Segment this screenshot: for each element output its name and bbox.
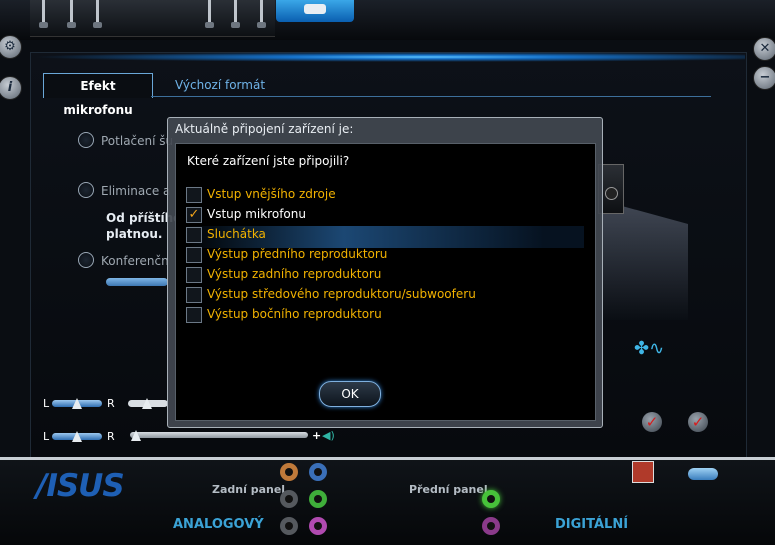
note-line2: platnou.	[106, 227, 163, 241]
jack-plug-icon	[67, 0, 76, 28]
slider-thumb[interactable]	[131, 430, 141, 441]
glow-line	[30, 52, 745, 62]
volume-slider[interactable]	[130, 432, 308, 438]
jack-plug-icon	[257, 0, 266, 28]
rear-jack-blue[interactable]	[309, 463, 327, 481]
option-label: Výstup středového reproduktoru/subwoofer…	[207, 287, 476, 301]
gear-icon[interactable]: ⚙	[0, 35, 22, 59]
checkbox[interactable]	[186, 247, 202, 263]
slider-thumb[interactable]	[142, 398, 152, 409]
conference-label: Konferenčn	[101, 254, 169, 268]
checkbox-checked[interactable]: ✓	[186, 207, 202, 223]
slider-thumb[interactable]	[72, 431, 82, 442]
option-label: Výstup bočního reproduktoru	[207, 307, 382, 321]
tab-divider	[151, 96, 711, 97]
device-strip	[30, 0, 275, 37]
option-label: Sluchátka	[207, 227, 266, 241]
digital-label: DIGITÁLNÍ	[555, 517, 629, 532]
echo-cancellation-label: Eliminace a	[101, 184, 171, 198]
right-channel-label: R	[107, 430, 115, 443]
rear-jack-pink[interactable]	[309, 517, 327, 535]
conference-radio[interactable]	[78, 252, 94, 268]
dialog-body: Které zařízení jste připojili? Vstup vně…	[175, 143, 596, 421]
dialog-question: Které zařízení jste připojili?	[187, 154, 350, 168]
slider-thumb[interactable]	[72, 398, 82, 409]
apply-all-icon[interactable]: ✓	[688, 412, 708, 432]
echo-cancellation-radio[interactable]	[78, 182, 94, 198]
ok-button[interactable]: OK	[319, 381, 381, 407]
apply-check-icon[interactable]: ✓	[642, 412, 662, 432]
minimize-icon[interactable]: −	[753, 66, 775, 90]
jack-plug-icon	[39, 0, 48, 28]
option-label: Vstup vnějšího zdroje	[207, 187, 336, 201]
option-label: Výstup předního reproduktoru	[207, 247, 388, 261]
bottom-divider	[0, 457, 775, 460]
option-label: Vstup mikrofonu	[207, 207, 306, 221]
jack-plug-icon	[231, 0, 240, 28]
analog-label: ANALOGOVÝ	[173, 517, 264, 532]
rear-jack-gray[interactable]	[280, 490, 298, 508]
noise-suppression-label: Potlačení šu	[101, 134, 174, 148]
rear-panel-label: Zadní panel	[212, 483, 286, 496]
tab-microphone-effect[interactable]: Efekt mikrofonu	[43, 73, 153, 117]
jack-plug-icon	[93, 0, 102, 28]
checkbox[interactable]	[186, 187, 202, 203]
rear-jack-gray-2[interactable]	[280, 517, 298, 535]
dialog-title: Aktuálně připojení zařízení je:	[175, 122, 354, 136]
speaker-volume-icon[interactable]: ◀)	[322, 429, 335, 442]
wrench-icon[interactable]	[688, 468, 718, 480]
info-icon[interactable]: i	[0, 76, 22, 100]
noise-suppression-radio[interactable]	[78, 132, 94, 148]
asus-audio-app: ⚙ i ✕ − Efekt mikrofonu Výchozí formát P…	[0, 0, 775, 545]
checkbox[interactable]	[186, 287, 202, 303]
close-icon[interactable]: ✕	[753, 37, 775, 61]
left-channel-label: L	[43, 397, 50, 410]
microphone-device-tab[interactable]	[276, 0, 354, 22]
checkbox[interactable]	[186, 307, 202, 323]
asus-logo: /ISUS	[36, 468, 125, 504]
checkbox[interactable]	[186, 227, 202, 243]
tab-default-format[interactable]: Výchozí formát	[175, 78, 265, 92]
left-channel-label: L	[43, 430, 50, 443]
device-dialog: Aktuálně připojení zařízení je: Které za…	[167, 117, 603, 428]
right-channel-label: R	[107, 397, 115, 410]
microphone-icon	[304, 4, 326, 14]
front-panel-label: Přední panel	[409, 483, 488, 496]
rear-jack-green[interactable]	[309, 490, 327, 508]
rear-jack-orange[interactable]	[280, 463, 298, 481]
conference-slider[interactable]	[106, 278, 168, 286]
door-icon[interactable]	[632, 461, 654, 483]
checkbox[interactable]	[186, 267, 202, 283]
jack-plug-icon	[205, 0, 214, 28]
fan-wave-icon[interactable]: ✤∿	[634, 338, 664, 359]
front-jack-green[interactable]	[482, 490, 500, 508]
volume-plus-label: +	[312, 429, 322, 442]
front-jack-pink[interactable]	[482, 517, 500, 535]
option-label: Výstup zadního reproduktoru	[207, 267, 382, 281]
